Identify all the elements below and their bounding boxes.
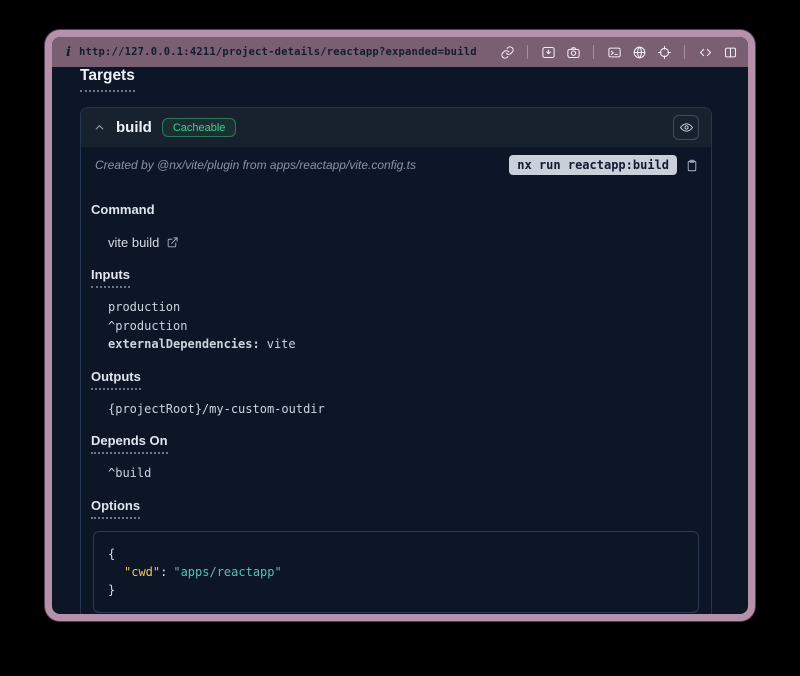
code-line: "cwd":"apps/reactapp" bbox=[108, 563, 684, 581]
toolbar-separator bbox=[684, 45, 685, 59]
terminal-icon[interactable] bbox=[606, 44, 622, 60]
code-line: } bbox=[108, 581, 684, 599]
created-by-row: Created by @nx/vite/plugin from apps/rea… bbox=[81, 147, 711, 181]
info-icon: i bbox=[66, 45, 71, 60]
list-item: ^build bbox=[108, 464, 701, 483]
target-details-build: Command vite build Inputs production ^pr… bbox=[81, 181, 711, 614]
target-header-build[interactable]: build Cacheable bbox=[81, 108, 711, 147]
section-command: Command bbox=[91, 202, 155, 221]
code-icon[interactable] bbox=[697, 44, 713, 60]
options-code-block: { "cwd":"apps/reactapp" } bbox=[93, 531, 699, 613]
page-title: Targets bbox=[80, 67, 135, 92]
toolbar-separator bbox=[527, 45, 528, 59]
target-card-build: build Cacheable Created by @nx/vite/plug… bbox=[80, 107, 712, 614]
toolbar: i http://127.0.0.1:4211/project-details/… bbox=[52, 37, 748, 67]
list-item: ^production bbox=[108, 317, 701, 336]
link-icon[interactable] bbox=[499, 44, 515, 60]
outputs-list: {projectRoot}/my-custom-outdir bbox=[108, 400, 701, 419]
globe-icon[interactable] bbox=[631, 44, 647, 60]
split-view-icon[interactable] bbox=[722, 44, 738, 60]
list-item: production bbox=[108, 298, 701, 317]
command-value: vite build bbox=[108, 235, 159, 250]
inputs-list: production ^production externalDependenc… bbox=[108, 298, 701, 354]
list-item: externalDependencies:vite bbox=[108, 335, 701, 354]
external-link-icon bbox=[166, 236, 179, 249]
section-options: Options bbox=[91, 498, 140, 519]
section-inputs: Inputs bbox=[91, 267, 130, 288]
list-item: {projectRoot}/my-custom-outdir bbox=[108, 400, 701, 419]
run-command-chip: nx run reactapp:build bbox=[509, 155, 677, 175]
browser-window: i http://127.0.0.1:4211/project-details/… bbox=[45, 30, 755, 621]
created-by-text: Created by @nx/vite/plugin from apps/rea… bbox=[95, 158, 416, 172]
copy-icon[interactable] bbox=[685, 158, 699, 173]
chevron-up-icon[interactable] bbox=[93, 121, 106, 134]
crosshair-icon[interactable] bbox=[656, 44, 672, 60]
depends-on-list: ^build bbox=[108, 464, 701, 483]
project-details-page: Targets build Cacheable Created by @nx/v… bbox=[52, 67, 748, 614]
toolbar-separator bbox=[593, 45, 594, 59]
camera-icon[interactable] bbox=[565, 44, 581, 60]
section-depends-on: Depends On bbox=[91, 433, 168, 454]
view-target-button[interactable] bbox=[673, 115, 699, 140]
toolbar-actions bbox=[499, 44, 738, 60]
url-bar[interactable]: http://127.0.0.1:4211/project-details/re… bbox=[79, 46, 477, 58]
cacheable-badge: Cacheable bbox=[162, 118, 237, 137]
screenshot-icon[interactable] bbox=[540, 44, 556, 60]
code-line: { bbox=[108, 545, 684, 563]
section-outputs: Outputs bbox=[91, 369, 141, 390]
command-link[interactable]: vite build bbox=[108, 235, 179, 250]
target-name-build: build bbox=[116, 119, 152, 136]
